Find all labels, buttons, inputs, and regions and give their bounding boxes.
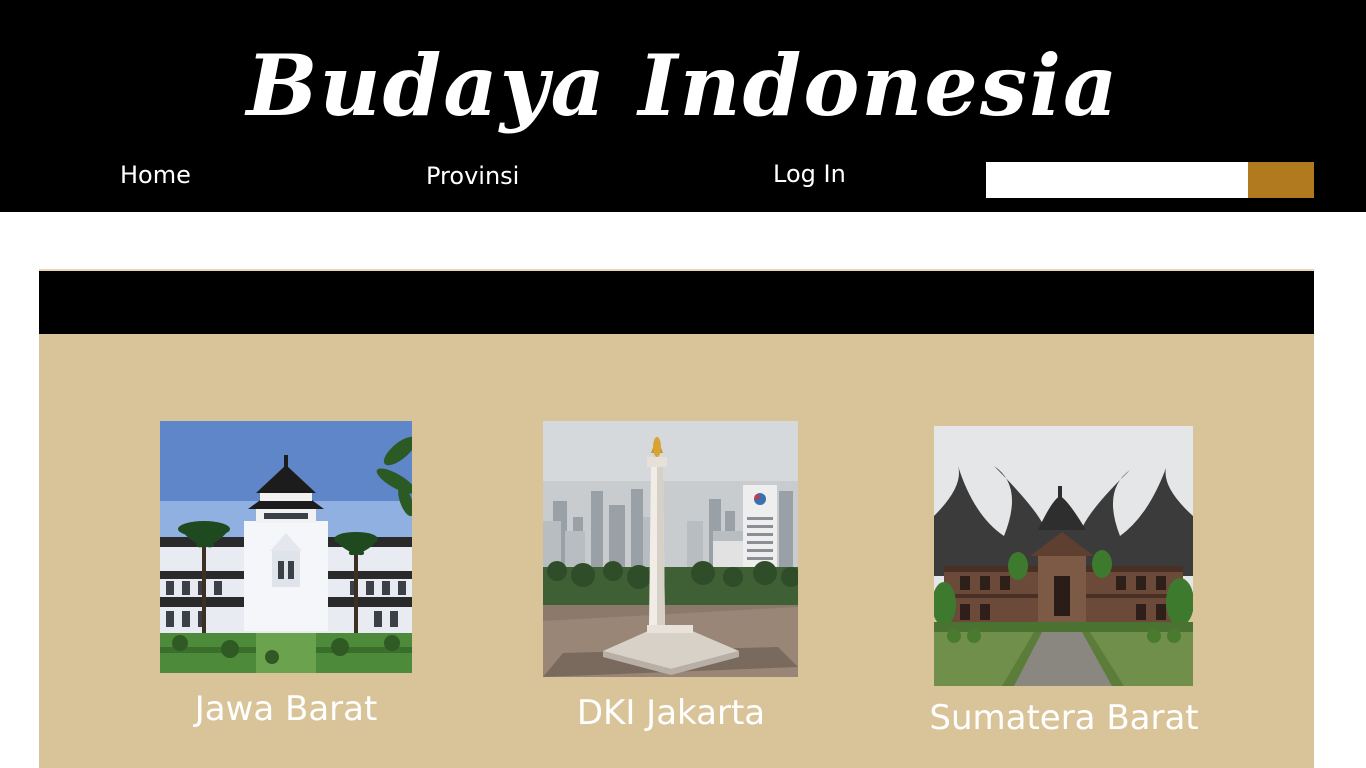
monas-image[interactable] — [543, 421, 798, 677]
nav-login-link[interactable]: Log In — [773, 159, 846, 189]
site-header: Budaya Indonesia Home Provinsi Log In — [0, 0, 1366, 212]
province-card-jawa-barat[interactable]: Jawa Barat — [150, 421, 422, 741]
nav-provinsi-link[interactable]: Provinsi — [426, 161, 519, 191]
search-input[interactable] — [986, 162, 1248, 198]
province-card-sumatera-barat[interactable]: Sumatera Barat — [924, 426, 1204, 746]
content-title-bar — [39, 271, 1314, 334]
rumah-gadang-image[interactable] — [934, 426, 1193, 686]
search-button[interactable] — [1248, 162, 1314, 198]
province-name[interactable]: DKI Jakarta — [533, 691, 809, 735]
gedung-sate-image[interactable] — [160, 421, 412, 673]
province-card-dki-jakarta[interactable]: DKI Jakarta — [533, 421, 809, 741]
site-title: Budaya Indonesia — [246, 36, 1120, 135]
nav-home-link[interactable]: Home — [120, 160, 191, 190]
province-name[interactable]: Jawa Barat — [150, 687, 422, 731]
province-name[interactable]: Sumatera Barat — [924, 696, 1204, 740]
